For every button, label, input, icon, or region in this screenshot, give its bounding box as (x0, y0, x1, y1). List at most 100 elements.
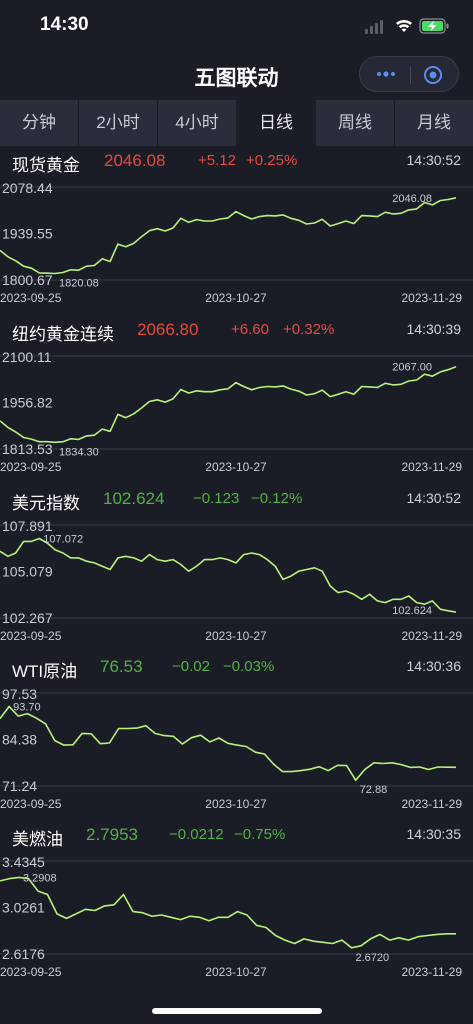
price-change-percent: −0.75% (234, 826, 286, 843)
quote-time: 14:30:36 (406, 658, 462, 674)
instrument-name: 美元指数 (12, 494, 80, 513)
x-tick-label: 2023-11-29 (402, 460, 463, 474)
last-price: 2046.08 (104, 151, 166, 170)
price-change: −0.02 (172, 658, 210, 675)
price-change: +6.60 (231, 321, 269, 338)
price-line (0, 876, 456, 949)
low-value-label: 72.88 (360, 784, 388, 796)
tab-daily[interactable]: 日线 (237, 100, 316, 146)
chart-panel-spot-gold[interactable]: 现货黄金 2046.08 +5.12 +0.25% 14:30:52 2078.… (0, 148, 473, 314)
x-tick-label: 2023-11-29 (402, 965, 463, 979)
quote-time: 14:30:35 (406, 826, 462, 842)
y-tick-label: 105.079 (2, 564, 53, 580)
tab-monthly[interactable]: 月线 (395, 100, 473, 146)
quote-header: 美元指数 102.624 −0.123 −0.12% 14:30:52 (0, 486, 473, 513)
chart-panel-heating-oil[interactable]: 美燃油 2.7953 −0.0212 −0.75% 14:30:35 3.434… (0, 822, 473, 988)
home-indicator (152, 1008, 322, 1014)
y-tick-label: 107.891 (2, 518, 53, 534)
price-line (0, 365, 457, 444)
navbar: 五图联动 (0, 50, 473, 100)
instrument-name: WTI原油 (12, 662, 78, 681)
x-tick-label: 2023-11-29 (402, 797, 463, 811)
tab-4hour[interactable]: 4小时 (158, 100, 237, 146)
price-line (0, 197, 457, 275)
price-change-percent: −0.03% (223, 658, 275, 675)
price-change-percent: +0.25% (246, 152, 298, 169)
last-price: 2066.80 (137, 320, 199, 339)
y-tick-label: 3.0261 (2, 900, 45, 916)
y-tick-label: 2078.44 (2, 180, 53, 196)
y-tick-label: 3.4345 (2, 854, 45, 870)
line-chart: 2100.11 1956.82 1813.53 1834.30 2067.00 2023-… (0, 349, 473, 474)
quote-header: 现货黄金 2046.08 +5.12 +0.25% 14:30:52 (0, 148, 473, 175)
y-tick-label: 97.53 (2, 686, 37, 702)
y-tick-label: 1939.55 (2, 226, 53, 242)
last-value-label: 102.624 (392, 605, 432, 617)
line-chart: 2078.44 1939.55 1800.67 1820.08 2046.08 2023-… (0, 180, 473, 305)
x-tick-label: 2023-10-27 (205, 460, 267, 474)
quote-time: 14:30:52 (406, 152, 462, 168)
x-tick-label: 2023-09-25 (0, 797, 62, 811)
x-tick-label: 2023-09-25 (0, 460, 62, 474)
low-value-label: 2.6720 (356, 952, 390, 964)
capsule-divider (410, 66, 411, 84)
more-dots-icon[interactable] (376, 67, 396, 81)
quote-header: WTI原油 76.53 −0.02 −0.03% 14:30:36 (0, 654, 473, 681)
y-tick-label: 102.267 (2, 610, 53, 626)
price-change-percent: +0.32% (283, 321, 335, 338)
tab-weekly[interactable]: 周线 (316, 100, 395, 146)
instrument-name: 美燃油 (12, 830, 63, 849)
last-price: 76.53 (100, 657, 143, 676)
wifi-icon (396, 19, 412, 32)
x-tick-label: 2023-09-25 (0, 291, 62, 305)
tab-2hour[interactable]: 2小时 (79, 100, 158, 146)
x-tick-label: 2023-10-27 (205, 797, 267, 811)
last-value-label: 2067.00 (392, 362, 432, 374)
y-tick-label: 2.6176 (2, 946, 45, 962)
price-change-percent: −0.12% (251, 490, 303, 507)
chart-panel-wti-oil[interactable]: WTI原油 76.53 −0.02 −0.03% 14:30:36 97.53 8… (0, 654, 473, 820)
x-tick-label: 2023-09-25 (0, 965, 62, 979)
low-value-label: 1820.08 (59, 278, 99, 290)
low-value-label: 1834.30 (59, 446, 99, 458)
y-tick-label: 1800.67 (2, 272, 53, 288)
close-target-icon[interactable] (423, 65, 443, 85)
last-value-label: 2046.08 (392, 193, 432, 205)
price-line (0, 537, 457, 613)
y-tick-label: 1813.53 (2, 441, 53, 457)
x-tick-label: 2023-10-27 (205, 965, 267, 979)
price-line (0, 705, 457, 781)
price-change: −0.123 (193, 490, 240, 507)
y-tick-label: 1956.82 (2, 395, 53, 411)
high-value-label: 3.2908 (23, 872, 57, 884)
high-value-label: 93.70 (13, 702, 41, 714)
tab-minute[interactable]: 分钟 (0, 100, 79, 146)
x-tick-label: 2023-11-29 (402, 629, 463, 643)
quote-time: 14:30:52 (406, 490, 462, 506)
last-price: 102.624 (103, 489, 165, 508)
line-chart: 3.4345 3.0261 2.6176 2.6720 3.2908 2023-09-25… (0, 854, 473, 979)
signal-icon (365, 20, 383, 34)
high-value-label: 107.072 (43, 534, 83, 546)
battery-charging-icon (419, 18, 449, 34)
chart-panel-ny-gold[interactable]: 纽约黄金连续 2066.80 +6.60 +0.32% 14:30:39 210… (0, 317, 473, 483)
x-tick-label: 2023-10-27 (205, 291, 267, 305)
y-tick-label: 71.24 (2, 778, 37, 794)
chart-panel-dollar-index[interactable]: 美元指数 102.624 −0.123 −0.12% 14:30:52 107.… (0, 486, 473, 652)
quote-header: 美燃油 2.7953 −0.0212 −0.75% 14:30:35 (0, 822, 473, 849)
instrument-name: 现货黄金 (12, 156, 80, 175)
x-tick-label: 2023-10-27 (205, 629, 267, 643)
y-tick-label: 84.38 (2, 732, 37, 748)
quote-time: 14:30:39 (406, 321, 462, 337)
last-price: 2.7953 (86, 825, 138, 844)
y-tick-label: 2100.11 (2, 349, 52, 365)
status-time: 14:30 (40, 14, 89, 35)
line-chart: 107.891 105.079 102.267 107.072 102.624 2023-… (0, 518, 473, 643)
x-tick-label: 2023-09-25 (0, 629, 62, 643)
status-bar: 14:30 (0, 0, 473, 50)
quote-header: 纽约黄金连续 2066.80 +6.60 +0.32% 14:30:39 (0, 317, 473, 344)
instrument-name: 纽约黄金连续 (12, 325, 114, 344)
price-change: +5.12 (198, 152, 236, 169)
mini-program-capsule[interactable] (359, 56, 459, 92)
status-icons (365, 16, 451, 36)
